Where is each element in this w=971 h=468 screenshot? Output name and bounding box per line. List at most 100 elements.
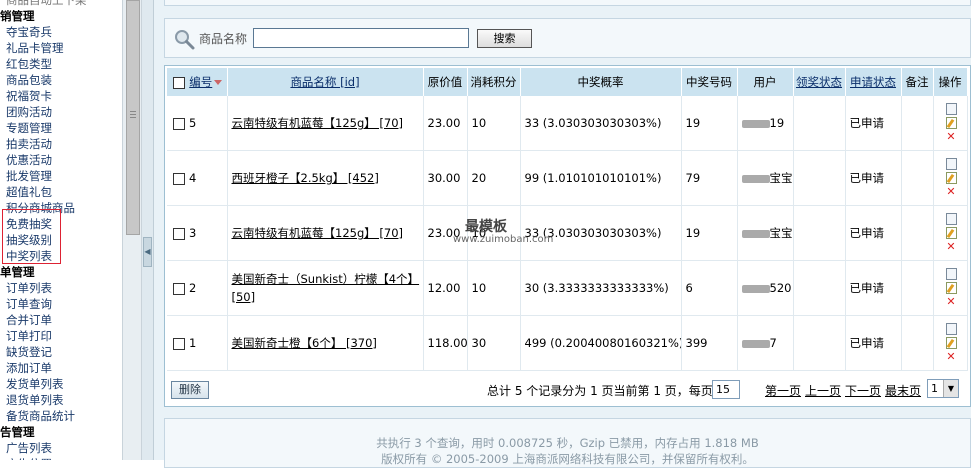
magnifier-icon bbox=[175, 30, 195, 50]
sidebar-item[interactable]: 订单打印 bbox=[6, 328, 52, 344]
delete-icon[interactable]: ✕ bbox=[946, 131, 957, 143]
search-input[interactable] bbox=[253, 28, 469, 48]
sidebar-item[interactable]: 超值礼包 bbox=[6, 184, 52, 200]
row-checkbox[interactable] bbox=[173, 282, 185, 295]
page-size-input[interactable]: 15 bbox=[712, 380, 740, 399]
table-cell: 宝宝 bbox=[737, 150, 794, 206]
original-price: 30.00 bbox=[427, 171, 461, 185]
delete-icon[interactable]: ✕ bbox=[946, 241, 957, 253]
product-link[interactable]: 美国新奇士（Sunkist）柠檬【4个】 [50] bbox=[232, 272, 420, 304]
table-cell: 79 bbox=[681, 150, 738, 206]
sidebar-group-title[interactable]: 销管理 bbox=[0, 8, 35, 24]
top-panel-edge bbox=[164, 0, 971, 6]
prev-page-link[interactable]: 上一页 bbox=[805, 382, 841, 399]
dropdown-arrow-icon: ▼ bbox=[943, 380, 958, 397]
column-header[interactable]: 商品名称 [id] bbox=[227, 68, 424, 96]
delete-icon[interactable]: ✕ bbox=[946, 296, 957, 308]
product-link[interactable]: 西班牙橙子【2.5kg】 [452] bbox=[232, 171, 379, 185]
sidebar-item[interactable]: 订单列表 bbox=[6, 280, 52, 296]
column-header[interactable]: 领奖状态 bbox=[793, 68, 846, 96]
sidebar-item[interactable]: 优惠活动 bbox=[6, 152, 52, 168]
win-rate: 33 (3.030303030303%) bbox=[524, 116, 662, 130]
column-header[interactable]: 申请状态 bbox=[845, 68, 902, 96]
original-price: 23.00 bbox=[427, 116, 461, 130]
page-select[interactable]: 1 ▼ bbox=[927, 379, 959, 398]
winning-number: 6 bbox=[685, 281, 693, 295]
search-button[interactable]: 搜索 bbox=[477, 29, 532, 48]
sidebar-item[interactable]: 发货单列表 bbox=[6, 376, 64, 392]
sidebar-item[interactable]: 添加订单 bbox=[6, 360, 52, 376]
sidebar-item[interactable]: 红包类型 bbox=[6, 56, 52, 72]
product-link[interactable]: 美国新奇士橙【6个】 [370] bbox=[232, 336, 377, 350]
edit-icon[interactable] bbox=[945, 172, 957, 184]
table-cell: 20 bbox=[467, 150, 521, 206]
delete-icon[interactable]: ✕ bbox=[946, 186, 957, 198]
collapse-arrow-icon[interactable]: ◀ bbox=[143, 237, 152, 267]
view-icon[interactable] bbox=[945, 103, 957, 115]
row-checkbox[interactable] bbox=[173, 227, 185, 240]
row-checkbox[interactable] bbox=[173, 117, 185, 130]
table-cell: 美国新奇士橙【6个】 [370] bbox=[227, 315, 424, 371]
sidebar-item[interactable]: 退货单列表 bbox=[6, 392, 64, 408]
scrollbar-thumb[interactable] bbox=[126, 0, 140, 235]
next-page-link[interactable]: 下一页 bbox=[845, 382, 881, 399]
edit-icon[interactable] bbox=[945, 227, 957, 239]
select-all-checkbox[interactable] bbox=[173, 76, 186, 89]
sidebar-item[interactable]: 礼品卡管理 bbox=[6, 40, 64, 56]
sidebar-item[interactable]: 团购活动 bbox=[6, 104, 52, 120]
sidebar-item[interactable]: 商品包装 bbox=[6, 72, 52, 88]
delete-icon[interactable]: ✕ bbox=[946, 351, 957, 363]
sidebar-scrollbar[interactable] bbox=[122, 0, 142, 460]
edit-icon[interactable] bbox=[945, 282, 957, 294]
sidebar-item[interactable]: 广告位置 bbox=[6, 456, 52, 460]
sidebar-item[interactable]: 批发管理 bbox=[6, 168, 52, 184]
sidebar-item[interactable]: 夺宝奇兵 bbox=[6, 24, 52, 40]
table-cell: 10 bbox=[467, 96, 521, 151]
sidebar-item[interactable]: 缺货登记 bbox=[6, 344, 52, 360]
table-cell: 23.00 bbox=[423, 205, 468, 261]
product-link[interactable]: 云南特级有机蓝莓【125g】 [70] bbox=[232, 116, 404, 130]
apply-status: 已申请 bbox=[849, 171, 885, 185]
edit-icon[interactable] bbox=[945, 337, 957, 349]
column-header[interactable]: 编号 bbox=[167, 68, 228, 96]
product-link[interactable]: 云南特级有机蓝莓【125g】 [70] bbox=[232, 226, 404, 240]
view-icon[interactable] bbox=[945, 268, 957, 280]
first-page-link[interactable]: 第一页 bbox=[765, 382, 801, 399]
row-actions: ✕ bbox=[938, 158, 965, 198]
table-cell: 30 (3.3333333333333%) bbox=[520, 260, 682, 316]
footer-copyright: 版权所有 © 2005-2009 上海商派网络科技有限公司，并保留所有权利。 bbox=[381, 452, 754, 466]
sidebar-item[interactable]: 商品自动上下架 bbox=[6, 0, 87, 8]
table-cell bbox=[793, 205, 846, 261]
win-rate: 99 (1.010101010101%) bbox=[524, 171, 662, 185]
points-cost: 10 bbox=[471, 116, 487, 130]
sidebar-group-title[interactable]: 单管理 bbox=[0, 264, 35, 280]
page-select-value: 1 bbox=[931, 382, 938, 395]
sidebar-item[interactable]: 专题管理 bbox=[6, 120, 52, 136]
view-icon[interactable] bbox=[945, 158, 957, 170]
view-icon[interactable] bbox=[945, 213, 957, 225]
table-cell: ✕ bbox=[933, 205, 968, 261]
table-cell: 23.00 bbox=[423, 96, 468, 151]
column-header-label: 编号 bbox=[189, 75, 213, 89]
sidebar-item[interactable]: 拍卖活动 bbox=[6, 136, 52, 152]
table-cell: 33 (3.030303030303%) bbox=[520, 96, 682, 151]
view-icon[interactable] bbox=[945, 323, 957, 335]
delete-button[interactable]: 删除 bbox=[171, 381, 209, 399]
sidebar-item[interactable]: 合并订单 bbox=[6, 312, 52, 328]
winning-number: 19 bbox=[685, 116, 701, 130]
blurred-user bbox=[741, 174, 770, 183]
last-page-link[interactable]: 最末页 bbox=[885, 382, 921, 399]
row-checkbox[interactable] bbox=[173, 172, 185, 185]
sidebar-item[interactable]: 祝福贺卡 bbox=[6, 88, 52, 104]
table-cell bbox=[901, 315, 934, 371]
sidebar-item[interactable]: 订单查询 bbox=[6, 296, 52, 312]
sort-desc-icon[interactable] bbox=[214, 80, 223, 85]
sidebar-item[interactable]: 备货商品统计 bbox=[6, 408, 75, 424]
table-cell: 19 bbox=[681, 96, 738, 151]
row-checkbox[interactable] bbox=[173, 337, 185, 350]
sidebar-group-title[interactable]: 告管理 bbox=[0, 424, 35, 440]
edit-icon[interactable] bbox=[945, 117, 957, 129]
sidebar-item[interactable]: 广告列表 bbox=[6, 440, 52, 456]
table-cell: 5 bbox=[167, 96, 228, 151]
column-header-label: 申请状态 bbox=[850, 75, 896, 89]
